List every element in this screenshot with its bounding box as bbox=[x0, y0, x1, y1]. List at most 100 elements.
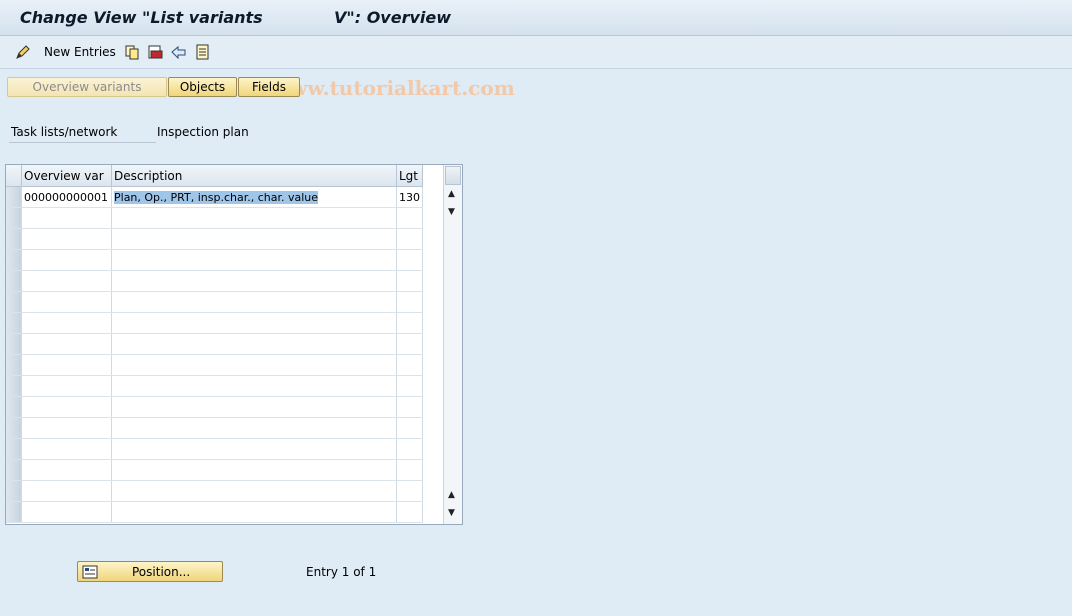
lgt-cell[interactable] bbox=[396, 228, 423, 250]
table-row[interactable] bbox=[6, 207, 423, 229]
table-row[interactable] bbox=[6, 354, 423, 376]
position-button[interactable]: Position... bbox=[77, 561, 223, 582]
overview-var-cell[interactable] bbox=[21, 270, 112, 292]
lgt-cell[interactable] bbox=[396, 459, 423, 481]
overview-var-cell[interactable] bbox=[21, 249, 112, 271]
table-row[interactable] bbox=[6, 417, 423, 439]
row-selector[interactable] bbox=[6, 396, 22, 418]
table-row[interactable]: 000000000001 Plan, Op., PRT, insp.char., … bbox=[6, 186, 423, 208]
overview-variants-button[interactable]: Overview variants bbox=[7, 77, 167, 97]
description-cell[interactable] bbox=[111, 375, 397, 397]
row-selector[interactable] bbox=[6, 375, 22, 397]
overview-var-cell[interactable] bbox=[21, 354, 112, 376]
overview-var-cell[interactable] bbox=[21, 333, 112, 355]
column-settings-button[interactable] bbox=[445, 166, 461, 185]
description-cell[interactable] bbox=[111, 501, 397, 523]
lgt-cell[interactable] bbox=[396, 396, 423, 418]
description-cell[interactable]: Plan, Op., PRT, insp.char., char. value bbox=[111, 186, 397, 208]
table-row[interactable] bbox=[6, 312, 423, 334]
row-selector[interactable] bbox=[6, 459, 22, 481]
description-cell[interactable] bbox=[111, 228, 397, 250]
lgt-cell[interactable] bbox=[396, 312, 423, 334]
table-row[interactable] bbox=[6, 249, 423, 271]
table-row[interactable] bbox=[6, 228, 423, 250]
objects-button[interactable]: Objects bbox=[168, 77, 237, 97]
row-selector[interactable] bbox=[6, 249, 22, 271]
lgt-cell[interactable] bbox=[396, 249, 423, 271]
column-header-description[interactable]: Description bbox=[111, 165, 397, 187]
table-row[interactable] bbox=[6, 459, 423, 481]
vertical-scrollbar[interactable]: ▲ ▼ ▲ ▼ bbox=[443, 165, 462, 524]
overview-var-cell[interactable]: 000000000001 bbox=[21, 186, 112, 208]
description-cell[interactable] bbox=[111, 312, 397, 334]
description-cell[interactable] bbox=[111, 396, 397, 418]
row-selector[interactable] bbox=[6, 480, 22, 502]
table-row[interactable] bbox=[6, 501, 423, 523]
overview-var-cell[interactable] bbox=[21, 312, 112, 334]
row-selector[interactable] bbox=[6, 333, 22, 355]
scroll-page-down-icon[interactable]: ▼ bbox=[448, 508, 455, 518]
row-selector[interactable] bbox=[6, 228, 22, 250]
lgt-cell[interactable] bbox=[396, 270, 423, 292]
select-all-button[interactable] bbox=[194, 42, 212, 62]
select-all-rows[interactable] bbox=[6, 165, 22, 187]
row-selector[interactable] bbox=[6, 354, 22, 376]
undo-button[interactable] bbox=[170, 42, 188, 62]
lgt-cell[interactable] bbox=[396, 207, 423, 229]
lgt-cell[interactable] bbox=[396, 480, 423, 502]
description-cell[interactable] bbox=[111, 354, 397, 376]
lgt-cell[interactable] bbox=[396, 354, 423, 376]
table-row[interactable] bbox=[6, 270, 423, 292]
row-selector[interactable] bbox=[6, 186, 22, 208]
table-row[interactable] bbox=[6, 333, 423, 355]
table-row[interactable] bbox=[6, 375, 423, 397]
scroll-up-icon[interactable]: ▲ bbox=[448, 189, 455, 199]
row-selector[interactable] bbox=[6, 417, 22, 439]
lgt-cell[interactable] bbox=[396, 375, 423, 397]
description-cell[interactable] bbox=[111, 207, 397, 229]
scroll-down-icon[interactable]: ▼ bbox=[448, 207, 455, 217]
delete-button[interactable] bbox=[146, 42, 164, 62]
overview-var-cell[interactable] bbox=[21, 501, 112, 523]
overview-var-cell[interactable] bbox=[21, 207, 112, 229]
description-cell[interactable] bbox=[111, 417, 397, 439]
lgt-cell[interactable] bbox=[396, 501, 423, 523]
description-cell[interactable] bbox=[111, 291, 397, 313]
description-cell[interactable] bbox=[111, 438, 397, 460]
overview-var-cell[interactable] bbox=[21, 396, 112, 418]
table-row[interactable] bbox=[6, 480, 423, 502]
row-selector[interactable] bbox=[6, 270, 22, 292]
fields-button[interactable]: Fields bbox=[238, 77, 300, 97]
lgt-cell[interactable] bbox=[396, 438, 423, 460]
description-cell[interactable] bbox=[111, 249, 397, 271]
overview-var-cell[interactable] bbox=[21, 228, 112, 250]
column-header-lgt[interactable]: Lgt bbox=[396, 165, 423, 187]
table-row[interactable] bbox=[6, 438, 423, 460]
description-cell[interactable] bbox=[111, 270, 397, 292]
lgt-cell[interactable] bbox=[396, 417, 423, 439]
description-cell[interactable] bbox=[111, 459, 397, 481]
row-selector[interactable] bbox=[6, 291, 22, 313]
overview-var-cell[interactable] bbox=[21, 480, 112, 502]
overview-var-cell[interactable] bbox=[21, 438, 112, 460]
overview-var-cell[interactable] bbox=[21, 459, 112, 481]
row-selector[interactable] bbox=[6, 501, 22, 523]
new-entries-button[interactable]: New Entries bbox=[14, 42, 116, 62]
table-row[interactable] bbox=[6, 291, 423, 313]
lgt-cell[interactable] bbox=[396, 333, 423, 355]
overview-var-cell[interactable] bbox=[21, 291, 112, 313]
table-row[interactable] bbox=[6, 396, 423, 418]
lgt-cell[interactable]: 130 bbox=[396, 186, 423, 208]
row-selector[interactable] bbox=[6, 207, 22, 229]
copy-button[interactable] bbox=[123, 42, 141, 62]
row-selector[interactable] bbox=[6, 438, 22, 460]
list-variants-table: Overview var Description Lgt 00000000000… bbox=[5, 164, 463, 525]
overview-var-cell[interactable] bbox=[21, 375, 112, 397]
overview-var-cell[interactable] bbox=[21, 417, 112, 439]
description-cell[interactable] bbox=[111, 480, 397, 502]
scroll-page-up-icon[interactable]: ▲ bbox=[448, 490, 455, 500]
lgt-cell[interactable] bbox=[396, 291, 423, 313]
column-header-overview-var[interactable]: Overview var bbox=[21, 165, 112, 187]
row-selector[interactable] bbox=[6, 312, 22, 334]
description-cell[interactable] bbox=[111, 333, 397, 355]
